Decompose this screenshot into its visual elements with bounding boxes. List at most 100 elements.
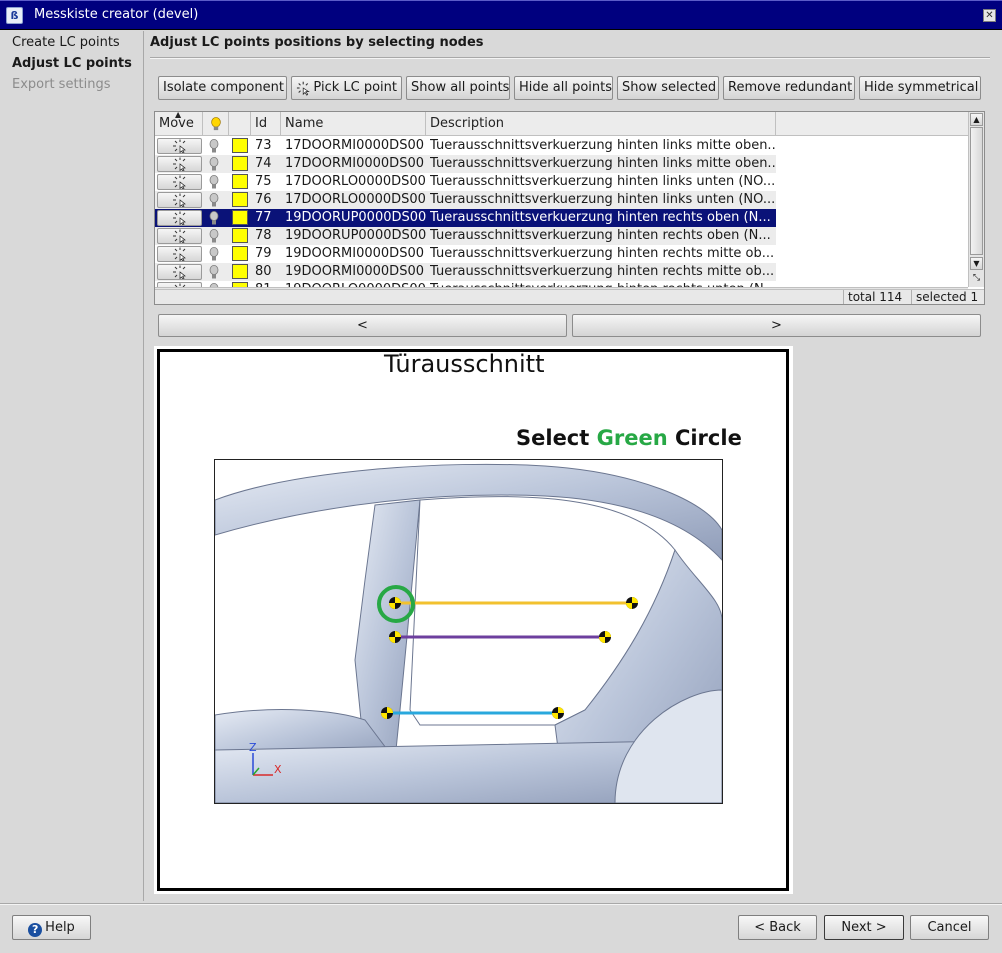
- move-point-button[interactable]: [157, 156, 202, 172]
- cancel-button[interactable]: Cancel: [910, 915, 989, 940]
- column-header-id[interactable]: Id: [251, 112, 281, 136]
- table-row[interactable]: 78 19DOORUP0000DS00 Tuerausschnittsverkuer…: [155, 227, 776, 245]
- show-all-points-label: Show all points: [411, 80, 510, 95]
- cell-description: Tuerausschnittsverkuerzung hinten rechts…: [430, 210, 771, 225]
- lc-points-table: ▲ Move Id Name Description 73 17DOORMI000…: [154, 111, 985, 305]
- cell-id: 80: [255, 264, 272, 279]
- cell-id: 78: [255, 228, 272, 243]
- move-point-button[interactable]: [157, 138, 202, 154]
- hide-all-points-button[interactable]: Hide all points: [514, 76, 613, 100]
- isolate-component-label: Isolate component: [163, 80, 284, 95]
- color-swatch[interactable]: [232, 264, 248, 279]
- app-logo-icon: ß: [6, 7, 23, 24]
- table-row[interactable]: 77 19DOORUP0000DS00 Tuerausschnittsverkuer…: [155, 209, 776, 227]
- table-row[interactable]: 80 19DOORMI0000DS00 Tuerausschnittsverkuer…: [155, 263, 776, 281]
- bulb-off-icon[interactable]: [208, 210, 220, 226]
- car-body-side-image: Z X: [214, 459, 723, 804]
- help-button[interactable]: ? Help: [12, 915, 91, 940]
- next-button[interactable]: Next >: [824, 915, 904, 940]
- color-swatch[interactable]: [232, 192, 248, 207]
- cell-name: 19DOORMI0000DS00: [285, 264, 424, 279]
- cell-description: Tuerausschnittsverkuerzung hinten rechts…: [430, 228, 771, 243]
- move-cursor-icon: [173, 211, 186, 226]
- scrollbar-thumb[interactable]: [970, 127, 983, 255]
- move-cursor-icon: [173, 157, 186, 172]
- cell-name: 19DOORMI0000DS00: [285, 246, 424, 261]
- column-header-move[interactable]: ▲ Move: [155, 112, 203, 136]
- table-row[interactable]: 75 17DOORLO0000DS00 Tuerausschnittsverkuer…: [155, 173, 776, 191]
- move-cursor-icon: [173, 193, 186, 208]
- show-all-points-button[interactable]: Show all points: [406, 76, 510, 100]
- table-row[interactable]: 74 17DOORMI0000DS00 Tuerausschnittsverkuer…: [155, 155, 776, 173]
- sort-indicator-icon: ▲: [175, 111, 182, 119]
- color-swatch[interactable]: [232, 156, 248, 171]
- table-body: 73 17DOORMI0000DS00 Tuerausschnittsverkuer…: [155, 137, 968, 289]
- table-row[interactable]: 73 17DOORMI0000DS00 Tuerausschnittsverkuer…: [155, 137, 776, 155]
- bulb-off-icon[interactable]: [208, 138, 220, 154]
- bulb-off-icon[interactable]: [208, 228, 220, 244]
- color-swatch[interactable]: [232, 228, 248, 243]
- figure-title: Türausschnitt: [384, 350, 545, 378]
- instruction-highlight: Green: [596, 426, 668, 450]
- move-cursor-icon: [173, 265, 186, 280]
- move-cursor-icon: [173, 229, 186, 244]
- cell-id: 77: [255, 210, 272, 225]
- cell-name: 17DOORMI0000DS00: [285, 156, 424, 171]
- hide-symmetrical-button[interactable]: Hide symmetrical: [859, 76, 981, 100]
- color-swatch[interactable]: [232, 138, 248, 153]
- move-point-button[interactable]: [157, 174, 202, 190]
- nav-step-adjust-lc-points: Adjust LC points: [12, 56, 132, 71]
- move-cursor-icon: [173, 139, 186, 154]
- table-row[interactable]: 79 19DOORMI0000DS00 Tuerausschnittsverkuer…: [155, 245, 776, 263]
- car-body-drawing: Z X: [215, 463, 722, 803]
- column-header-visibility[interactable]: [203, 112, 229, 136]
- remove-redundant-label: Remove redundant: [728, 80, 853, 95]
- column-header-name[interactable]: Name: [281, 112, 426, 136]
- bulb-icon: [211, 117, 221, 131]
- bulb-off-icon[interactable]: [208, 174, 220, 190]
- cell-name: 17DOORLO0000DS00: [285, 192, 426, 207]
- move-cursor-icon: [173, 175, 186, 190]
- help-label: Help: [45, 920, 75, 935]
- isolate-component-button[interactable]: Isolate component: [158, 76, 287, 100]
- move-point-button[interactable]: [157, 246, 202, 262]
- bulb-off-icon[interactable]: [208, 192, 220, 208]
- previous-image-button[interactable]: <: [158, 314, 567, 337]
- column-header-color[interactable]: [229, 112, 251, 136]
- footer-divider: [0, 903, 1002, 905]
- move-point-button[interactable]: [157, 192, 202, 208]
- move-point-button[interactable]: [157, 210, 202, 226]
- nav-step-create-lc-points: Create LC points: [12, 35, 120, 50]
- hide-all-points-label: Hide all points: [519, 80, 613, 95]
- bulb-off-icon[interactable]: [208, 264, 220, 280]
- cell-name: 19DOORUP0000DS00: [285, 210, 426, 225]
- column-header-description[interactable]: Description: [426, 112, 776, 136]
- bulb-off-icon[interactable]: [208, 246, 220, 262]
- instruction-prefix: Select: [516, 426, 597, 450]
- cell-description: Tuerausschnittsverkuerzung hinten links …: [430, 138, 776, 153]
- status-total: total 114: [843, 290, 911, 304]
- table-row[interactable]: 76 17DOORLO0000DS00 Tuerausschnittsverkuer…: [155, 191, 776, 209]
- close-icon[interactable]: ✕: [983, 9, 996, 22]
- table-status-bar: total 114 selected 1: [155, 289, 984, 304]
- scroll-down-arrow-icon[interactable]: ▼: [970, 257, 983, 270]
- show-selected-button[interactable]: Show selected: [617, 76, 719, 100]
- color-swatch[interactable]: [232, 246, 248, 261]
- vertical-scrollbar[interactable]: ▲ ▼ ⤡: [968, 112, 984, 287]
- remove-redundant-button[interactable]: Remove redundant: [723, 76, 855, 100]
- pick-lc-point-button[interactable]: Pick LC point: [291, 76, 402, 100]
- title-bar: ß Messkiste creator (devel) ✕: [0, 0, 1002, 30]
- bulb-off-icon[interactable]: [208, 156, 220, 172]
- next-image-button[interactable]: >: [572, 314, 981, 337]
- help-icon: ?: [28, 923, 43, 937]
- color-swatch[interactable]: [232, 174, 248, 189]
- move-point-button[interactable]: [157, 228, 202, 244]
- scroll-up-arrow-icon[interactable]: ▲: [970, 113, 983, 126]
- back-button[interactable]: < Back: [738, 915, 817, 940]
- corner-resize-icon[interactable]: ⤡: [970, 272, 983, 285]
- move-point-button[interactable]: [157, 264, 202, 280]
- color-swatch[interactable]: [232, 210, 248, 225]
- cell-id: 75: [255, 174, 272, 189]
- table-header: ▲ Move Id Name Description: [155, 112, 968, 136]
- cell-name: 19DOORUP0000DS00: [285, 228, 426, 243]
